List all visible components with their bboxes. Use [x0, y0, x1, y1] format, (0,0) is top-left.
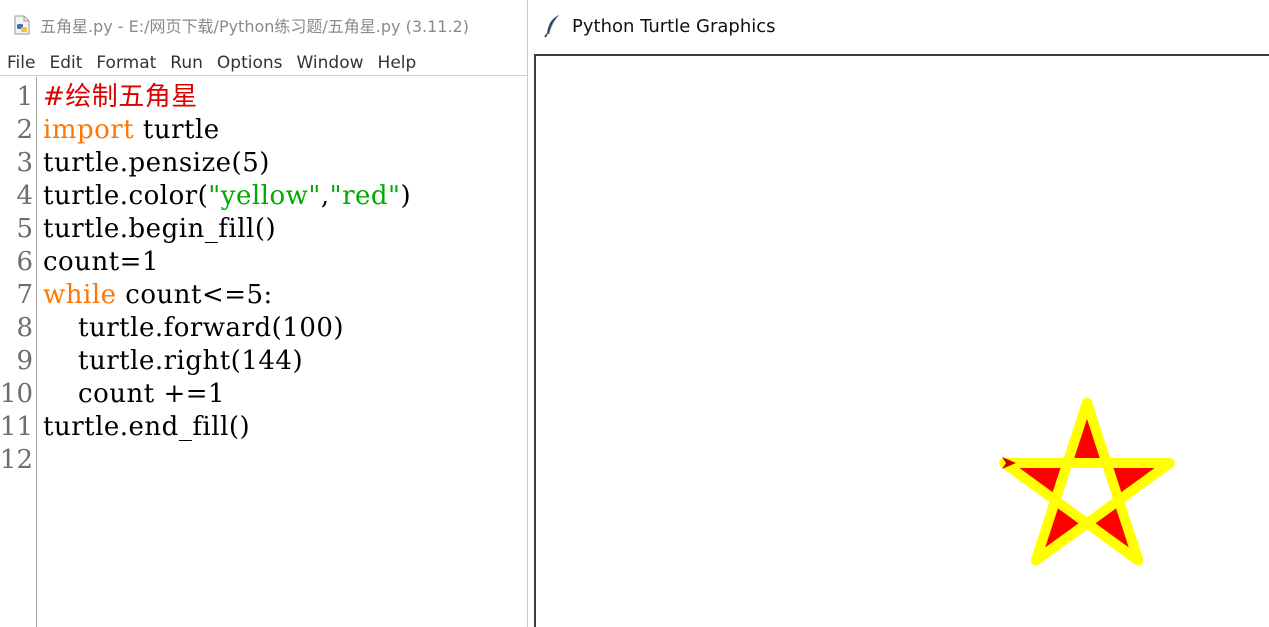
code-token: turtle.right(144) — [43, 346, 304, 376]
code-line: count=1 — [43, 246, 159, 279]
code-token: turtle.forward(100) — [43, 313, 345, 343]
code-line: while count<=5: — [43, 279, 273, 312]
menu-options[interactable]: Options — [217, 53, 283, 73]
menu-edit[interactable]: Edit — [49, 53, 82, 73]
menu-run[interactable]: Run — [170, 53, 203, 73]
code-token: turtle — [134, 115, 220, 145]
code-line: turtle.pensize(5) — [43, 147, 270, 180]
turtle-window-title: Python Turtle Graphics — [572, 15, 776, 37]
code-token: turtle.end_fill() — [43, 412, 251, 442]
code-line: import turtle — [43, 114, 220, 147]
code-keyword-token: while — [43, 280, 117, 310]
line-number: 7 — [16, 280, 33, 310]
code-line: turtle.right(144) — [43, 345, 303, 378]
code-keyword-token: import — [43, 115, 135, 145]
line-number: 9 — [16, 346, 33, 376]
menu-help[interactable]: Help — [378, 53, 417, 73]
turtle-canvas-frame — [534, 54, 1269, 627]
line-number: 8 — [16, 313, 33, 343]
code-comment-token: #绘制五角星 — [43, 82, 198, 112]
menu-file[interactable]: File — [7, 53, 35, 73]
turtle-title-bar: Python Turtle Graphics — [528, 0, 1269, 52]
turtle-graphics-window: Python Turtle Graphics — [527, 0, 1269, 627]
line-number: 10 — [0, 379, 33, 409]
code-token: count<=5: — [116, 280, 273, 310]
star-shape — [999, 397, 1175, 566]
menu-window[interactable]: Window — [297, 53, 364, 73]
idle-menu-bar: File Edit Format Run Options Window Help — [0, 50, 527, 76]
code-line: turtle.end_fill() — [43, 411, 250, 444]
line-number: 4 — [16, 181, 33, 211]
turtle-canvas[interactable] — [536, 56, 1269, 627]
code-editor[interactable]: 1 2 3 4 5 6 7 8 9 10 11 12 #绘制五角星 import turtle turtl… — [0, 77, 527, 627]
code-line: turtle.forward(100) — [43, 312, 344, 345]
line-number-gutter: 1 2 3 4 5 6 7 8 9 10 11 12 — [0, 77, 37, 627]
code-token: turtle.begin_fill() — [43, 214, 277, 244]
line-number: 3 — [16, 148, 33, 178]
code-line: turtle.color("yellow","red") — [43, 180, 411, 213]
code-line: #绘制五角星 — [43, 81, 198, 114]
code-line: turtle.begin_fill() — [43, 213, 276, 246]
line-number: 11 — [0, 412, 33, 442]
code-token: ) — [400, 181, 412, 211]
line-number: 2 — [16, 115, 33, 145]
idle-title-bar: 五角星.py - E:/网页下载/Python练习题/五角星.py (3.11.… — [0, 0, 527, 50]
line-number: 12 — [0, 445, 33, 475]
line-number: 6 — [16, 247, 33, 277]
code-string-token: "yellow" — [208, 181, 321, 211]
code-string-token: "red" — [329, 181, 401, 211]
code-token: turtle.color( — [43, 181, 209, 211]
code-token: count +=1 — [43, 379, 226, 409]
feather-icon — [544, 14, 560, 38]
menu-format[interactable]: Format — [96, 53, 156, 73]
idle-window-title: 五角星.py - E:/网页下载/Python练习题/五角星.py (3.11.… — [40, 17, 469, 36]
python-file-icon — [12, 15, 32, 35]
line-number: 5 — [16, 214, 33, 244]
code-token: , — [320, 181, 330, 211]
code-line: count +=1 — [43, 378, 225, 411]
code-token: count=1 — [43, 247, 159, 277]
code-token: turtle.pensize(5) — [43, 148, 270, 178]
idle-editor-window: 五角星.py - E:/网页下载/Python练习题/五角星.py (3.11.… — [0, 0, 527, 627]
line-number: 1 — [16, 82, 33, 112]
